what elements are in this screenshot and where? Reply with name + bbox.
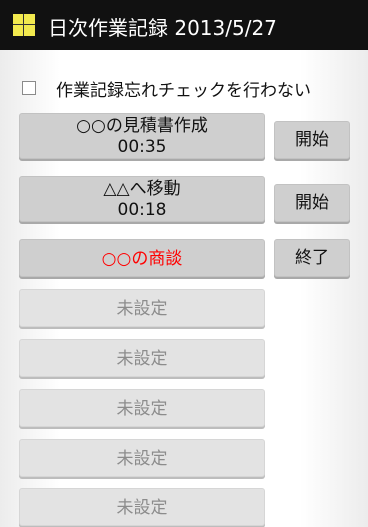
skip-check-option[interactable]: 作業記録忘れチェックを行わない	[22, 74, 311, 102]
task-button-1[interactable]: ○○の見積書作成 00:35	[19, 113, 265, 159]
start-button-2[interactable]: 開始	[274, 184, 350, 222]
skip-check-checkbox[interactable]	[22, 81, 36, 95]
task-time: 00:35	[117, 137, 167, 157]
task-button-7[interactable]: 未設定	[19, 439, 265, 477]
app-title: 日次作業記録 2013/5/27	[48, 16, 277, 40]
task-name: 未設定	[116, 498, 168, 518]
task-button-8[interactable]: 未設定	[19, 488, 265, 526]
task-name: ○○の商談	[101, 249, 183, 269]
title-bar: 日次作業記録 2013/5/27	[0, 0, 368, 50]
task-button-6[interactable]: 未設定	[19, 389, 265, 427]
task-button-3[interactable]: ○○の商談	[19, 239, 265, 277]
task-button-4[interactable]: 未設定	[19, 289, 265, 327]
task-name: ○○の見積書作成	[76, 116, 208, 136]
task-name: 未設定	[116, 399, 168, 419]
task-name: 未設定	[116, 449, 168, 469]
skip-check-label: 作業記録忘れチェックを行わない	[56, 80, 311, 101]
task-name: 未設定	[116, 349, 168, 369]
task-time: 00:18	[117, 200, 167, 220]
app-icon	[13, 14, 35, 36]
end-button-3[interactable]: 終了	[274, 239, 350, 277]
task-name: △△へ移動	[103, 179, 181, 199]
task-name: 未設定	[116, 299, 168, 319]
task-button-5[interactable]: 未設定	[19, 339, 265, 377]
start-button-1[interactable]: 開始	[274, 121, 350, 159]
task-button-2[interactable]: △△へ移動 00:18	[19, 176, 265, 222]
